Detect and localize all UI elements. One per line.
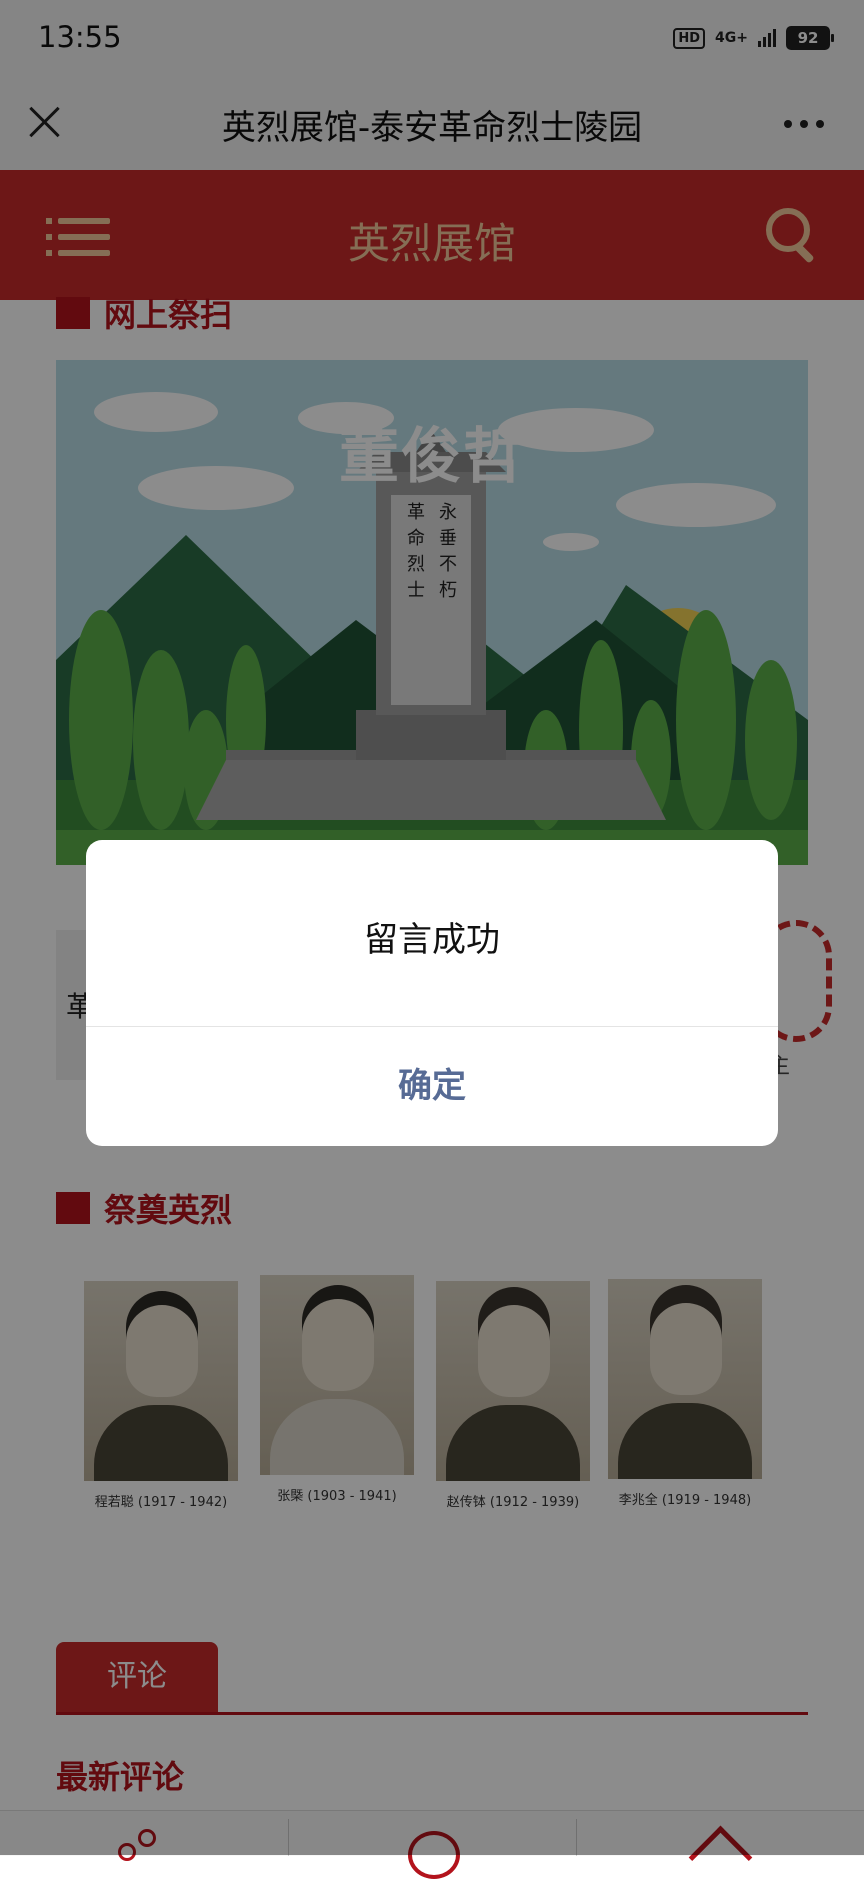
dialog-message: 留言成功	[364, 920, 500, 960]
alert-dialog: 留言成功 确定	[86, 840, 778, 1146]
confirm-button[interactable]: 确定	[86, 1027, 778, 1146]
